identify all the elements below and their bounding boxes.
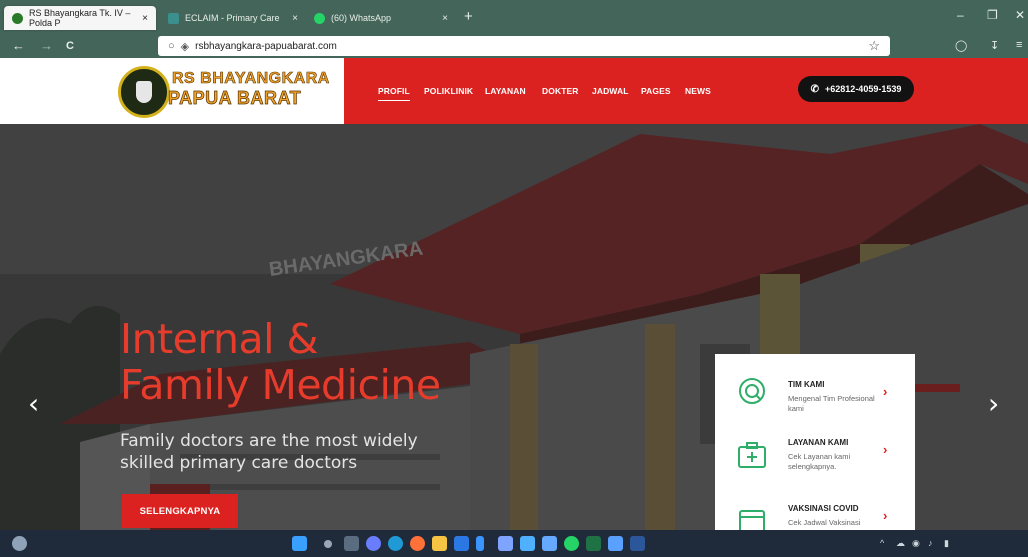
main-menu: PROFIL POLIKLINIK LAYANAN DOKTER JADWAL …	[344, 58, 1028, 124]
bookmark-star-icon[interactable]: ☆	[868, 38, 880, 54]
browser-nav-bar: ← → C ○ ◈ rsbhayangkara-papuabarat.com ☆…	[0, 34, 1028, 58]
service-title: LAYANAN KAMI	[788, 438, 849, 447]
site-header: RS BHAYANGKARA PAPUA BARAT PROFIL POLIKL…	[0, 58, 1028, 124]
logo-title-line2: PAPUA BARAT	[168, 88, 302, 109]
volume-icon[interactable]: ♪	[928, 538, 933, 548]
tab-label: ECLAIM - Primary Care	[185, 13, 280, 23]
edge-icon[interactable]	[388, 536, 403, 551]
word-icon[interactable]	[630, 536, 645, 551]
service-title: TIM KAMI	[788, 380, 825, 389]
calendar-icon	[739, 510, 765, 530]
forward-button[interactable]: →	[40, 38, 53, 53]
service-item-layanan-kami[interactable]: LAYANAN KAMI Cek Layanan kami selengkapn…	[715, 414, 915, 474]
cloud-icon[interactable]: ☁	[896, 538, 905, 549]
tab-close-icon[interactable]: ×	[142, 13, 148, 24]
windows-taskbar: ^ ☁ ◉ ♪ ▮	[0, 530, 1028, 557]
medical-kit-icon	[738, 442, 766, 468]
weather-icon[interactable]	[12, 536, 27, 551]
services-card: TIM KAMI Mengenal Tim Profesional kami ›…	[715, 354, 915, 530]
eclaim-favicon-icon	[168, 12, 179, 24]
menu-icon[interactable]: ≡	[1016, 39, 1022, 51]
pocket-icon[interactable]: ◯	[955, 39, 967, 52]
wifi-icon[interactable]: ◉	[912, 538, 920, 549]
download-icon[interactable]: ↧	[990, 39, 999, 52]
photos-icon[interactable]	[542, 536, 557, 551]
tab-close-icon[interactable]: ×	[442, 13, 448, 24]
menu-item-poliklinik[interactable]: POLIKLINIK	[424, 86, 473, 96]
start-icon[interactable]	[292, 536, 307, 551]
lock-icon: ◈	[180, 40, 190, 53]
whatsapp-icon[interactable]	[564, 536, 579, 551]
restore-button[interactable]: ❐	[987, 9, 998, 21]
service-desc: Mengenal Tim Profesional kami	[788, 394, 875, 413]
browser-tab-rs-bhayangkara[interactable]: RS Bhayangkara Tk. IV – Polda P ×	[4, 6, 156, 30]
browser-tab-eclaim[interactable]: ECLAIM - Primary Care ×	[160, 6, 306, 30]
url-text[interactable]: rsbhayangkara-papuabarat.com	[195, 41, 337, 52]
phone-button[interactable]: ✆ +62812-4059-1539	[798, 76, 914, 102]
tray-chevron-icon[interactable]: ^	[880, 538, 884, 548]
selengkapnya-button[interactable]: SELENGKAPNYA	[122, 494, 238, 528]
service-desc: Cek Jadwal Vaksinasi	[788, 518, 861, 527]
file-explorer-icon[interactable]	[432, 536, 447, 551]
slider-next-arrow-icon[interactable]: ›	[988, 390, 999, 418]
hospital-emblem-icon	[118, 66, 170, 118]
menu-item-pages[interactable]: PAGES	[641, 86, 671, 96]
hero-title: Internal & Family Medicine	[120, 316, 441, 408]
menu-item-dokter[interactable]: DOKTER	[542, 86, 579, 96]
minimize-button[interactable]: –	[957, 9, 964, 21]
menu-item-news[interactable]: NEWS	[685, 86, 711, 96]
mail-icon[interactable]	[520, 536, 535, 551]
tab-close-icon[interactable]: ×	[292, 13, 298, 24]
menu-item-profil[interactable]: PROFIL	[378, 86, 410, 101]
app-icon[interactable]	[476, 536, 484, 551]
hero-subtitle: Family doctors are the most widely skill…	[120, 431, 418, 473]
back-button[interactable]: ←	[12, 38, 25, 53]
logo-link[interactable]: RS BHAYANGKARA PAPUA BARAT	[0, 58, 344, 124]
tab-label: RS Bhayangkara Tk. IV – Polda P	[29, 8, 131, 28]
new-tab-button[interactable]: +	[464, 9, 473, 24]
task-view-icon[interactable]	[344, 536, 359, 551]
whatsapp-favicon-icon	[314, 12, 325, 24]
service-desc: Cek Layanan kami selengkapnya.	[788, 452, 851, 471]
service-item-vaksinasi-covid[interactable]: VAKSINASI COVID Cek Jadwal Vaksinasi ›	[715, 474, 915, 530]
firefox-icon[interactable]	[410, 536, 425, 551]
logo-title-line1: RS BHAYANGKARA	[172, 70, 330, 88]
hero-title-line1: Internal &	[120, 315, 319, 363]
hero-title-line2: Family Medicine	[120, 361, 441, 409]
chevron-right-icon: ›	[883, 442, 888, 457]
excel-icon[interactable]	[586, 536, 601, 551]
service-title: VAKSINASI COVID	[788, 504, 859, 513]
browser-tab-bar: RS Bhayangkara Tk. IV – Polda P × ECLAIM…	[0, 0, 1028, 34]
close-window-button[interactable]: ✕	[1015, 9, 1025, 21]
reload-button[interactable]: C	[66, 39, 74, 54]
site-favicon-icon	[12, 12, 23, 24]
battery-icon[interactable]: ▮	[944, 538, 949, 549]
menu-item-layanan[interactable]: LAYANAN	[485, 86, 526, 96]
pen-icon[interactable]	[608, 536, 623, 551]
dropbox-icon[interactable]	[498, 536, 513, 551]
address-bar[interactable]: ○ ◈ rsbhayangkara-papuabarat.com ☆	[158, 36, 890, 56]
tab-label: (60) WhatsApp	[331, 13, 392, 23]
search-icon[interactable]	[324, 540, 332, 548]
slider-prev-arrow-icon[interactable]: ‹	[28, 390, 39, 418]
hero-slider: BHAYANGKARA Internal & Family Medicine F…	[0, 124, 1028, 530]
browser-tab-whatsapp[interactable]: (60) WhatsApp ×	[306, 6, 456, 30]
chevron-right-icon: ›	[883, 508, 888, 523]
chat-icon[interactable]	[366, 536, 381, 551]
team-icon	[739, 378, 765, 404]
menu-item-jadwal[interactable]: JADWAL	[592, 86, 629, 96]
service-item-tim-kami[interactable]: TIM KAMI Mengenal Tim Profesional kami ›	[715, 354, 915, 414]
shield-icon: ○	[168, 40, 175, 52]
phone-number: +62812-4059-1539	[825, 84, 902, 94]
chevron-right-icon: ›	[883, 384, 888, 399]
store-icon[interactable]	[454, 536, 469, 551]
phone-icon: ✆	[810, 83, 820, 95]
